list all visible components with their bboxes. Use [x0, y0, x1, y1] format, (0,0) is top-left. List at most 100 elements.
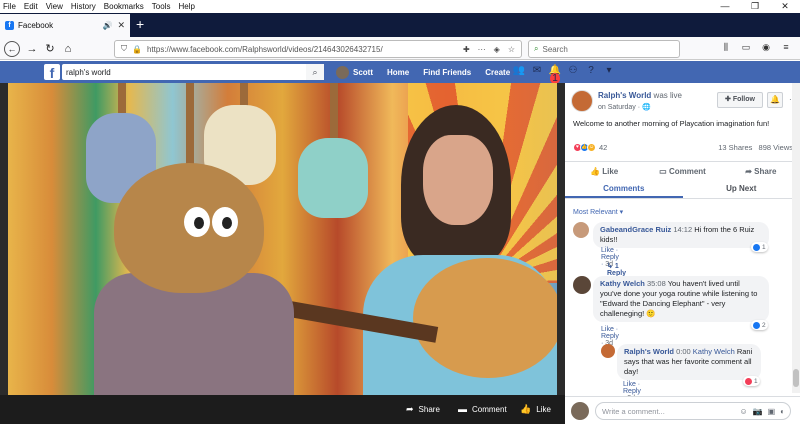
comment-timestamp[interactable]: 14:12 — [673, 225, 692, 234]
library-icon[interactable]: ⫼ — [716, 42, 736, 53]
facebook-logo[interactable]: f — [44, 64, 60, 81]
comment-reply-link[interactable]: Reply — [601, 333, 619, 340]
post-time: on Saturday · 🌐 — [598, 103, 651, 111]
comment-like-link[interactable]: Like — [601, 247, 614, 254]
video-frame[interactable] — [8, 83, 557, 395]
comment-reactions[interactable]: 2 — [751, 320, 768, 330]
menu-help[interactable]: Help — [178, 2, 194, 11]
post-stats: ♥ 👍 ☺ 42 13 Shares 898 Views — [573, 143, 793, 155]
navigation-bar: ← → ↻ ⌂ ⛉ 🔒 https://www.facebook.com/Ral… — [0, 37, 800, 60]
comment-bubble: Ralph's World 0:00 Kathy Welch Rani says… — [617, 344, 761, 380]
video-share-button[interactable]: ➦ Share — [406, 404, 440, 415]
home-button[interactable]: ⌂ — [60, 41, 76, 57]
minimize-button[interactable]: — — [710, 0, 740, 13]
browser-search-box[interactable]: ⌕ Search — [528, 40, 680, 58]
account-icon[interactable]: ◉ — [756, 42, 776, 53]
gif-icon[interactable]: ▣ — [768, 407, 776, 416]
menu-file[interactable]: File — [3, 2, 16, 11]
scrollbar-thumb[interactable] — [793, 369, 799, 387]
speaker-icon[interactable]: 🔊 — [102, 21, 112, 30]
comment-timestamp[interactable]: 35:08 — [647, 279, 666, 288]
comment-timestamp[interactable]: 0:00 — [676, 347, 691, 356]
comment-author[interactable]: Ralph's World — [624, 347, 674, 356]
facebook-search-input[interactable]: ralph's world ⌕ — [62, 64, 324, 80]
address-bar[interactable]: ⛉ 🔒 https://www.facebook.com/Ralphsworld… — [114, 40, 522, 58]
shares-views: 13 Shares 898 Views — [718, 143, 793, 152]
avatar[interactable] — [573, 222, 589, 238]
reload-button[interactable]: ↻ — [42, 41, 58, 57]
tab-facebook[interactable]: f Facebook 🔊 ✕ — [0, 14, 130, 37]
page-name-link[interactable]: Ralph's World — [598, 91, 651, 100]
video-like-button[interactable]: 👍 Like — [520, 404, 551, 415]
follow-button[interactable]: ✚ Follow — [717, 92, 763, 108]
comment-input[interactable]: Write a comment... ☺ 📷 ▣ ◐ — [595, 402, 791, 420]
comment-reactions[interactable]: 1 — [743, 376, 760, 386]
menu-history[interactable]: History — [71, 2, 96, 11]
comment-reply-link[interactable]: Reply — [623, 388, 641, 395]
close-tab-icon[interactable]: ✕ — [117, 20, 125, 31]
bookmark-star-icon[interactable]: ☆ — [508, 45, 515, 54]
emoji-icon[interactable]: ☺ — [739, 407, 747, 416]
comment-placeholder[interactable]: Write a comment... — [602, 407, 739, 416]
video-action-bar: ➦ Share ▬ Comment 👍 Like — [0, 395, 565, 424]
post-comment-button[interactable]: ▭ Comment — [643, 162, 721, 181]
page-avatar[interactable] — [571, 90, 593, 112]
comment-like-link[interactable]: Like — [601, 326, 614, 333]
new-tab-button[interactable]: + — [136, 16, 144, 32]
reaction-summary[interactable]: ♥ 👍 ☺ 42 — [573, 143, 607, 152]
back-button[interactable]: ← — [4, 41, 20, 57]
post-time-link[interactable]: on Saturday · — [598, 104, 642, 111]
sticker-icon[interactable]: ◐ — [780, 407, 785, 416]
facebook-favicon-icon: f — [5, 21, 14, 30]
url-text[interactable]: https://www.facebook.com/Ralphsworld/vid… — [147, 45, 455, 54]
sidebar-icon[interactable]: ▭ — [736, 42, 756, 53]
sort-dropdown[interactable]: Most Relevant ▾ — [573, 208, 623, 216]
restore-button[interactable]: ❐ — [740, 0, 770, 13]
shield-icon[interactable]: ⛉ — [121, 44, 127, 54]
nav-find-friends[interactable]: Find Friends — [423, 68, 471, 77]
close-window-button[interactable]: ✕ — [770, 0, 800, 13]
notify-bell-button[interactable]: 🔔 — [767, 92, 783, 108]
shares-count[interactable]: 13 Shares — [718, 143, 752, 152]
comment-like-link[interactable]: Like — [623, 381, 636, 388]
comment-reply-link[interactable]: Reply — [601, 254, 619, 261]
more-actions-icon[interactable]: ··· — [478, 45, 486, 54]
menu-edit[interactable]: Edit — [24, 2, 38, 11]
teal-guitar — [298, 138, 368, 218]
menu-bar: File Edit View History Bookmarks Tools H… — [0, 0, 800, 13]
pocket-icon[interactable]: ◈ — [494, 45, 500, 54]
comment-author[interactable]: Kathy Welch — [600, 279, 645, 288]
comment-reactions[interactable]: 1 — [751, 242, 768, 252]
camera-icon[interactable]: 📷 — [753, 407, 763, 416]
post-like-label: Like — [602, 167, 619, 176]
forward-button[interactable]: → — [24, 41, 40, 57]
page-name-line: Ralph's World was live — [598, 91, 682, 100]
lock-icon[interactable]: 🔒 — [132, 45, 142, 54]
avatar[interactable] — [573, 276, 591, 294]
mention-link[interactable]: Kathy Welch — [693, 347, 735, 356]
menu-bookmarks[interactable]: Bookmarks — [104, 2, 144, 11]
hamburger-menu-icon[interactable]: ≡ — [776, 42, 796, 53]
tab-up-next[interactable]: Up Next — [683, 181, 800, 198]
menu-view[interactable]: View — [46, 2, 63, 11]
tab-comments[interactable]: Comments — [565, 181, 683, 198]
comment-author[interactable]: GabeandGrace Ruiz — [600, 225, 671, 234]
post-like-button[interactable]: 👍 Like — [565, 162, 643, 181]
views-count: 898 Views — [758, 143, 793, 152]
avatar[interactable] — [601, 344, 615, 358]
video-comment-button[interactable]: ▬ Comment — [458, 404, 507, 414]
facebook-nav: Scott Home Find Friends Create — [336, 61, 524, 83]
facebook-search-value[interactable]: ralph's world — [66, 68, 306, 77]
menu-tools[interactable]: Tools — [152, 2, 171, 11]
search-icon[interactable]: ⌕ — [306, 64, 324, 80]
post-share-button[interactable]: ➦ Share — [722, 162, 800, 181]
video-player[interactable]: ➦ Share ▬ Comment 👍 Like — [0, 83, 565, 424]
nav-home[interactable]: Home — [387, 68, 409, 77]
post-share-label: Share — [754, 167, 777, 176]
nav-create[interactable]: Create — [485, 68, 510, 77]
extension-icon[interactable]: ✚ — [463, 45, 470, 54]
comments-scrollbar[interactable] — [792, 83, 800, 393]
profile-link[interactable]: Scott — [336, 65, 373, 79]
view-replies-link[interactable]: ↳ 1 Reply — [607, 262, 626, 277]
comment-bubble-icon: ▬ — [458, 404, 467, 414]
